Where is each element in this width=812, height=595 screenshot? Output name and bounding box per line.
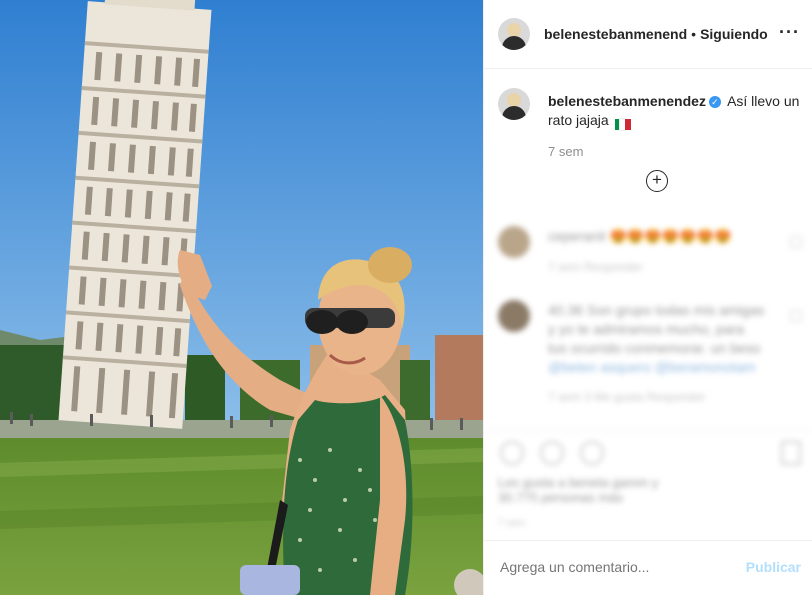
post-side-panel: belenestebanmenend • Siguiendo ··· belen… [483,0,812,595]
post-actions-bar [484,430,812,481]
post-header: belenestebanmenend • Siguiendo ··· [484,0,812,69]
like-heart-icon[interactable] [500,441,524,465]
share-icon[interactable] [580,441,604,465]
author-username[interactable]: belenestebanmenend [544,26,687,42]
comment-meta: 7 sem Responder [548,260,643,274]
separator-dot: • [691,26,697,42]
comment-bubble-icon[interactable] [540,441,564,465]
likes-line: 30.775 personas más [498,490,624,505]
likes-line: Les gusta a beneta gamm y [498,475,659,490]
more-options-icon[interactable]: ··· [779,22,800,43]
commenter-avatar[interactable] [498,300,530,332]
tower-selfie-photo [0,0,483,595]
post-photo[interactable] [0,0,483,595]
caption-username[interactable]: belenestebanmenendez [548,93,706,109]
comment-like-icon[interactable] [790,236,802,248]
comment-text: 40.36 Son grupo todas mis amigas [548,302,765,318]
comment-mentions[interactable]: @belen asquero @beramonotam [548,359,755,375]
post-time[interactable]: 7 sem [548,144,583,159]
publish-button[interactable]: Publicar [746,559,801,575]
author-avatar[interactable] [498,18,530,50]
comment-input[interactable] [500,559,730,575]
comment-like-icon[interactable] [790,310,802,322]
comment-text: y yo te admiramos mucho, para [548,321,745,337]
likes-summary[interactable]: Les gusta a beneta gamm y 30.775 persona… [498,475,658,505]
comment-text: ceperanit 😍😍😍😍😍😍😍 [548,228,732,244]
load-more-comments-icon[interactable]: + [646,170,668,192]
italy-flag-icon [614,116,631,131]
bookmark-icon[interactable] [781,441,801,465]
post-date: 7 sem [498,518,526,529]
caption-avatar[interactable] [498,88,530,120]
comment-text: tus ocurrido conmemorar. un beso [548,340,761,356]
comment-meta: 7 sem 3 Me gusta Responder [548,390,706,404]
following-button[interactable]: Siguiendo [700,26,768,42]
verified-badge-icon: ✓ [708,96,721,109]
caption-text-block: belenestebanmenendez ✓ Así llevo un rato … [548,92,808,131]
commenter-avatar[interactable] [498,226,530,258]
add-comment-section: Publicar [484,540,812,595]
